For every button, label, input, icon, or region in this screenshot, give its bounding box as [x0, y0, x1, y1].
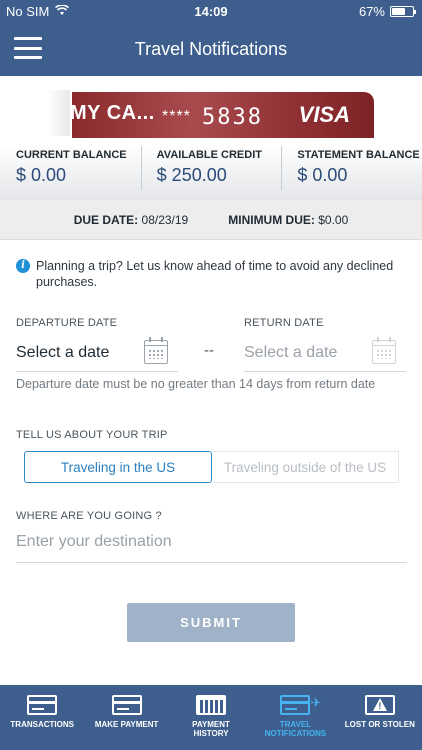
- submit-button[interactable]: SUBMIT: [127, 603, 295, 642]
- status-bar: No SIM 14:09 67%: [0, 0, 422, 22]
- available-credit: AVAILABLE CREDIT $ 250.00: [140, 146, 282, 192]
- battery-fill: [392, 8, 405, 15]
- minimum-due: MINIMUM DUE: $0.00: [228, 213, 348, 227]
- tab-label: PAYMENT HISTORY: [192, 720, 230, 738]
- visa-logo: VISA: [298, 102, 350, 127]
- calendar-grid-icon: [196, 695, 227, 715]
- card-plane-icon: ✈: [280, 695, 321, 715]
- account-summary: MY CA... **** 5838 VISA CURRENT BALANCE …: [0, 76, 422, 200]
- bottom-tab-bar: TRANSACTIONS MAKE PAYMENT PAYMENT HISTORY…: [0, 685, 422, 750]
- card-icon: [111, 695, 142, 715]
- departure-date-label: DEPARTURE DATE: [16, 317, 118, 329]
- return-date-field[interactable]: Select a date: [244, 336, 406, 372]
- page-title: Travel Notifications: [134, 39, 288, 59]
- date-hint: Departure date must be no greater than 1…: [16, 377, 376, 391]
- balance-value: $ 250.00: [156, 165, 227, 185]
- minimum-due-value: $0.00: [318, 212, 349, 227]
- destination-field: [16, 527, 407, 563]
- return-date-label: RETURN DATE: [244, 317, 324, 329]
- nav-header: Travel Notifications: [0, 22, 422, 76]
- trip-option-outside-us[interactable]: Traveling outside of the US: [212, 451, 399, 483]
- trip-type-toggle: Traveling in the US Traveling outside of…: [24, 451, 399, 483]
- info-message: i Planning a trip? Let us know ahead of …: [16, 258, 410, 290]
- tab-transactions[interactable]: TRANSACTIONS: [0, 685, 84, 750]
- tab-label: TRAVEL NOTIFICATIONS: [264, 720, 327, 738]
- date-separator: --: [204, 342, 214, 359]
- trip-option-us[interactable]: Traveling in the US: [24, 451, 212, 483]
- balance-label: AVAILABLE CREDIT: [156, 149, 262, 161]
- tab-label: LOST OR STOLEN: [344, 720, 415, 729]
- credit-card-image[interactable]: MY CA... **** 5838 VISA: [72, 92, 374, 138]
- due-date: DUE DATE: 08/23/19: [74, 213, 189, 227]
- status-right: 67%: [358, 4, 416, 19]
- tab-lost-or-stolen[interactable]: ! LOST OR STOLEN: [338, 685, 422, 750]
- statement-balance: STATEMENT BALANCE $ 0.00: [281, 146, 422, 192]
- card-icon: [27, 695, 58, 715]
- departure-date-value: Select a date: [16, 344, 110, 361]
- battery-icon: [390, 6, 416, 17]
- current-balance: CURRENT BALANCE $ 0.00: [0, 146, 141, 192]
- tab-label: TRANSACTIONS: [10, 720, 74, 729]
- due-strip: DUE DATE: 08/23/19 MINIMUM DUE: $0.00: [0, 200, 422, 240]
- balance-label: STATEMENT BALANCE: [297, 149, 420, 161]
- minimum-due-label: MINIMUM DUE:: [228, 212, 315, 227]
- tab-travel-notifications[interactable]: ✈ TRAVEL NOTIFICATIONS: [253, 685, 337, 750]
- destination-input[interactable]: [16, 527, 407, 551]
- due-date-value: 08/23/19: [141, 212, 189, 227]
- card-mask: ****: [162, 108, 191, 125]
- tab-label: MAKE PAYMENT: [94, 720, 159, 729]
- info-text: Planning a trip? Let us know ahead of ti…: [36, 259, 394, 289]
- calendar-icon[interactable]: [372, 337, 396, 364]
- tab-payment-history[interactable]: PAYMENT HISTORY: [169, 685, 253, 750]
- balances-row: CURRENT BALANCE $ 0.00 AVAILABLE CREDIT …: [0, 146, 422, 192]
- calendar-icon[interactable]: [144, 337, 168, 364]
- balance-value: $ 0.00: [297, 165, 348, 185]
- card-name: MY CA...: [72, 102, 155, 124]
- card-last4: 5838: [202, 105, 263, 130]
- card-edge: [48, 90, 70, 136]
- info-icon: i: [16, 259, 30, 273]
- balance-value: $ 0.00: [16, 165, 67, 185]
- card-warning-icon: !: [364, 695, 395, 715]
- trip-type-label: TELL US ABOUT YOUR TRIP: [16, 429, 168, 441]
- balance-label: CURRENT BALANCE: [16, 149, 127, 161]
- due-date-label: DUE DATE:: [73, 212, 139, 227]
- destination-label: WHERE ARE YOU GOING ?: [16, 510, 162, 522]
- tab-make-payment[interactable]: MAKE PAYMENT: [84, 685, 168, 750]
- departure-date-field[interactable]: Select a date: [16, 336, 178, 372]
- battery-percent: 67%: [358, 4, 385, 19]
- return-date-value: Select a date: [244, 344, 338, 361]
